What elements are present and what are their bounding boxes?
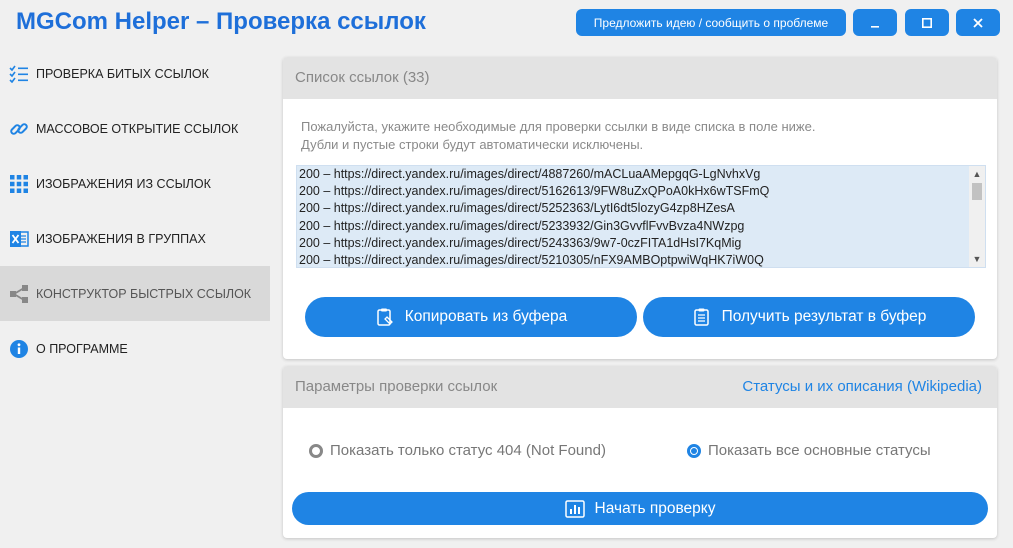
sidebar-item-images-in-groups[interactable]: Изображения в группах <box>0 211 270 266</box>
sidebar-item-quick-links[interactable]: Конструктор быстрых ссылок <box>0 266 270 321</box>
close-icon <box>973 17 983 28</box>
hint-line-1: Пожалуйста, укажите необходимые для пров… <box>301 119 816 134</box>
radio-all-statuses-label: Показать все основные статусы <box>708 442 931 459</box>
links-textarea[interactable]: 200 – https://direct.yandex.ru/images/di… <box>296 165 986 268</box>
minimize-button[interactable] <box>853 9 897 36</box>
links-panel-header: Список ссылок (33) <box>283 57 997 99</box>
link-row: 200 – https://direct.yandex.ru/images/di… <box>299 201 735 216</box>
clipboard-list-icon <box>692 307 712 327</box>
excel-icon <box>8 228 30 250</box>
link-row: 200 – https://direct.yandex.ru/images/di… <box>299 218 745 233</box>
sidebar: Проверка битых ссылок Массовое открытие … <box>0 46 270 548</box>
sidebar-item-label: Массовое открытие ссылок <box>36 121 239 136</box>
close-button[interactable] <box>956 9 1000 36</box>
link-row: 200 – https://direct.yandex.ru/images/di… <box>299 167 761 181</box>
clipboard-paste-icon <box>375 307 395 327</box>
copy-from-clipboard-button[interactable]: Копировать из буфера <box>305 297 637 337</box>
scroll-up-icon[interactable]: ▲ <box>969 166 985 182</box>
info-icon <box>8 338 30 360</box>
get-result-label: Получить результат в буфер <box>721 308 927 325</box>
get-result-button[interactable]: Получить результат в буфер <box>643 297 975 337</box>
params-panel-title: Параметры проверки ссылок <box>295 378 498 395</box>
feedback-button[interactable]: Предложить идею / сообщить о проблеме <box>576 9 846 36</box>
link-row: 200 – https://direct.yandex.ru/images/di… <box>299 184 770 199</box>
minimize-icon <box>871 25 879 28</box>
maximize-button[interactable] <box>905 9 949 36</box>
sidebar-item-label: О программе <box>36 341 128 356</box>
sidebar-item-about[interactable]: О программе <box>0 321 270 376</box>
sidebar-item-broken-links[interactable]: Проверка битых ссылок <box>0 46 270 101</box>
maximize-icon <box>921 17 932 28</box>
title-bar: MGCom Helper – Проверка ссылок Предложит… <box>0 0 1013 46</box>
radio-only-404-label: Показать только статус 404 (Not Found) <box>330 442 606 459</box>
start-check-label: Начать проверку <box>594 499 716 517</box>
start-check-button[interactable]: Начать проверку <box>292 492 988 525</box>
radio-unchecked-icon <box>309 443 323 458</box>
params-panel: Параметры проверки ссылок Статусы и их о… <box>283 366 997 538</box>
sidebar-item-label: Изображения в группах <box>36 231 206 246</box>
app-title: MGCom Helper – Проверка ссылок <box>16 8 426 35</box>
sidebar-item-mass-open[interactable]: Массовое открытие ссылок <box>0 101 270 156</box>
scroll-thumb[interactable] <box>972 183 982 200</box>
radio-checked-icon <box>687 443 701 458</box>
links-scrollbar[interactable]: ▲ ▼ <box>969 166 985 267</box>
chart-icon <box>564 499 585 518</box>
links-panel-title: Список ссылок (33) <box>295 69 430 86</box>
link-row: 200 – https://direct.yandex.ru/images/di… <box>299 235 742 250</box>
wikipedia-link[interactable]: Статусы и их описания (Wikipedia) <box>742 378 982 395</box>
sidebar-item-images-from-links[interactable]: Изображения из ссылок <box>0 156 270 211</box>
link-icon <box>8 118 30 140</box>
grid-icon <box>8 173 30 195</box>
radio-all-statuses[interactable]: Показать все основные статусы <box>687 442 931 459</box>
sidebar-item-label: Проверка битых ссылок <box>36 66 209 81</box>
checklist-icon <box>8 63 30 85</box>
params-panel-header: Параметры проверки ссылок Статусы и их о… <box>283 366 997 408</box>
scroll-down-icon[interactable]: ▼ <box>969 251 985 267</box>
links-panel: Список ссылок (33) Пожалуйста, укажите н… <box>283 57 997 359</box>
share-icon <box>8 283 30 305</box>
sidebar-item-label: Изображения из ссылок <box>36 176 211 191</box>
copy-from-clipboard-label: Копировать из буфера <box>404 308 568 325</box>
radio-only-404[interactable]: Показать только статус 404 (Not Found) <box>309 442 606 459</box>
hint-line-2: Дубли и пустые строки будут автоматическ… <box>301 137 644 152</box>
sidebar-item-label: Конструктор быстрых ссылок <box>36 286 252 301</box>
link-row: 200 – https://direct.yandex.ru/images/di… <box>299 252 764 267</box>
